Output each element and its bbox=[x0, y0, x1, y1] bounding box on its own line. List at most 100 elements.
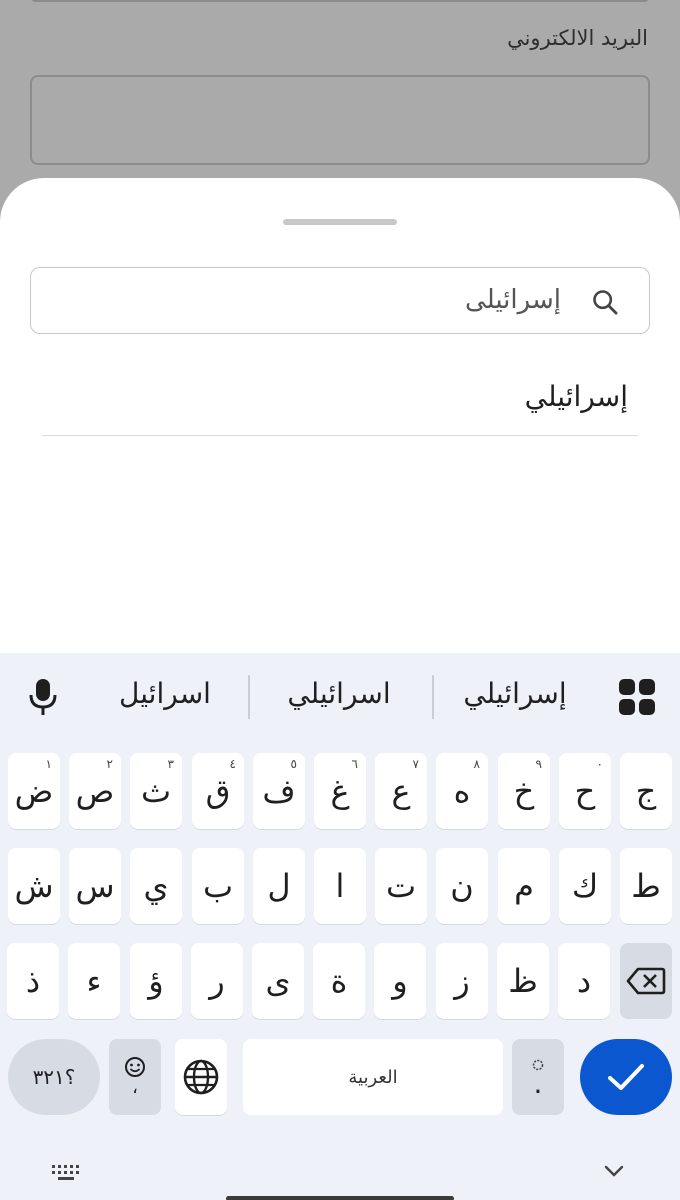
key-label: ر bbox=[209, 962, 225, 1000]
letter-key[interactable]: د bbox=[558, 943, 610, 1019]
key-hint: ٨ bbox=[473, 757, 480, 771]
suggestion-bar: إسرائيلي اسرائيلي اسرائيل bbox=[0, 653, 680, 741]
letter-key[interactable]: خ٩ bbox=[498, 753, 550, 829]
suggestion-divider bbox=[248, 675, 250, 719]
key-hint: ١ bbox=[45, 757, 52, 771]
letter-key[interactable]: ز bbox=[436, 943, 488, 1019]
letter-key[interactable]: ض١ bbox=[8, 753, 60, 829]
search-input[interactable]: إسرائيلى bbox=[30, 267, 650, 334]
chevron-down-icon[interactable] bbox=[602, 1163, 626, 1179]
letter-key[interactable]: ء bbox=[68, 943, 120, 1019]
letter-key[interactable]: ؤ bbox=[130, 943, 182, 1019]
key-label: ك bbox=[571, 867, 599, 905]
letter-key[interactable]: و bbox=[374, 943, 426, 1019]
emoji-icon bbox=[125, 1057, 145, 1077]
key-label: د bbox=[576, 962, 592, 1000]
key-label: س bbox=[75, 867, 115, 905]
check-icon bbox=[608, 1064, 644, 1090]
email-field bbox=[30, 75, 650, 165]
suggestion-divider bbox=[432, 675, 434, 719]
letter-key[interactable]: ك bbox=[559, 848, 611, 924]
letter-key[interactable]: ه٨ bbox=[436, 753, 488, 829]
letter-key[interactable]: ر bbox=[191, 943, 243, 1019]
microphone-icon[interactable] bbox=[28, 677, 58, 717]
key-label: م bbox=[514, 867, 534, 905]
letter-key[interactable]: ن bbox=[436, 848, 488, 924]
letter-key[interactable]: ث٣ bbox=[130, 753, 182, 829]
key-hint: ٥ bbox=[290, 757, 297, 771]
letter-key[interactable]: ح٠ bbox=[559, 753, 611, 829]
key-label: ف bbox=[262, 772, 296, 810]
key-label: ذ bbox=[25, 962, 41, 1000]
letter-key[interactable]: ا bbox=[314, 848, 366, 924]
key-label: ق bbox=[205, 772, 231, 810]
globe-icon bbox=[183, 1059, 219, 1095]
backspace-icon bbox=[626, 967, 666, 995]
letter-key[interactable]: ج bbox=[620, 753, 672, 829]
letter-key[interactable]: ق٤ bbox=[192, 753, 244, 829]
key-label: و bbox=[392, 962, 408, 1000]
period-key[interactable]: . bbox=[512, 1039, 564, 1115]
letter-key[interactable]: ت bbox=[375, 848, 427, 924]
key-label: ؤ bbox=[148, 962, 164, 1000]
key-label: ت bbox=[385, 867, 417, 905]
key-label: ث bbox=[140, 772, 172, 810]
result-label: إسرائيلي bbox=[524, 380, 628, 413]
key-hint: ٢ bbox=[106, 757, 113, 771]
symbols-key[interactable]: ؟٣٢١ bbox=[8, 1039, 100, 1115]
key-hint: ٩ bbox=[535, 757, 542, 771]
key-label: ع bbox=[391, 772, 411, 810]
enter-key[interactable] bbox=[580, 1039, 672, 1115]
letter-key[interactable]: م bbox=[498, 848, 550, 924]
letter-key[interactable]: ط bbox=[620, 848, 672, 924]
letter-key[interactable]: ذ bbox=[7, 943, 59, 1019]
suggestion-3[interactable]: اسرائيل bbox=[90, 677, 240, 710]
navigation-bar bbox=[0, 1147, 680, 1200]
key-label: ظ bbox=[508, 962, 538, 1000]
language-key[interactable] bbox=[175, 1039, 227, 1115]
letter-key[interactable]: ى bbox=[252, 943, 304, 1019]
backspace-key[interactable] bbox=[620, 943, 672, 1019]
key-label: ا bbox=[335, 867, 345, 905]
letter-key[interactable]: غ٦ bbox=[314, 753, 366, 829]
letter-key[interactable]: ل bbox=[253, 848, 305, 924]
key-label: ى bbox=[265, 962, 291, 1000]
search-icon bbox=[593, 290, 618, 315]
key-label: ص bbox=[75, 772, 115, 810]
letter-key[interactable]: ب bbox=[192, 848, 244, 924]
key-label: خ bbox=[513, 772, 535, 810]
background-form: البريد الالكتروني bbox=[0, 0, 680, 200]
letter-key[interactable]: ص٢ bbox=[69, 753, 121, 829]
search-value: إسرائيلى bbox=[465, 285, 561, 315]
suggestion-2[interactable]: اسرائيلي bbox=[264, 677, 414, 710]
letter-key[interactable]: س bbox=[69, 848, 121, 924]
letter-key[interactable]: ظ bbox=[497, 943, 549, 1019]
key-hint: ٦ bbox=[351, 757, 358, 771]
letter-key[interactable]: ع٧ bbox=[375, 753, 427, 829]
comma-label: ، bbox=[132, 1077, 138, 1098]
key-label: ض bbox=[14, 772, 54, 810]
letter-key[interactable]: ي bbox=[130, 848, 182, 924]
period-label: . bbox=[533, 1067, 543, 1100]
letter-key[interactable]: ة bbox=[313, 943, 365, 1019]
drag-handle[interactable] bbox=[283, 219, 397, 225]
suggestion-1[interactable]: إسرائيلي bbox=[440, 677, 590, 710]
letter-key[interactable]: ش bbox=[8, 848, 60, 924]
letter-key[interactable]: ف٥ bbox=[253, 753, 305, 829]
result-item[interactable]: إسرائيلي bbox=[42, 376, 638, 436]
key-label: ل bbox=[267, 867, 291, 905]
key-hint: ٠ bbox=[596, 757, 603, 771]
key-label: ح bbox=[574, 772, 596, 810]
keyboard-switch-icon[interactable] bbox=[50, 1161, 82, 1183]
email-label: البريد الالكتروني bbox=[507, 26, 648, 50]
key-label: ج bbox=[635, 772, 657, 810]
key-label: ش bbox=[14, 867, 54, 905]
apps-grid-icon[interactable] bbox=[618, 678, 656, 716]
key-label: ة bbox=[330, 962, 348, 1000]
home-indicator[interactable] bbox=[226, 1196, 454, 1200]
previous-field bbox=[30, 0, 650, 2]
emoji-comma-key[interactable]: ، bbox=[109, 1039, 161, 1115]
key-label: ز bbox=[454, 962, 470, 1000]
space-key[interactable]: العربية bbox=[243, 1039, 503, 1115]
key-hint: ٧ bbox=[412, 757, 419, 771]
